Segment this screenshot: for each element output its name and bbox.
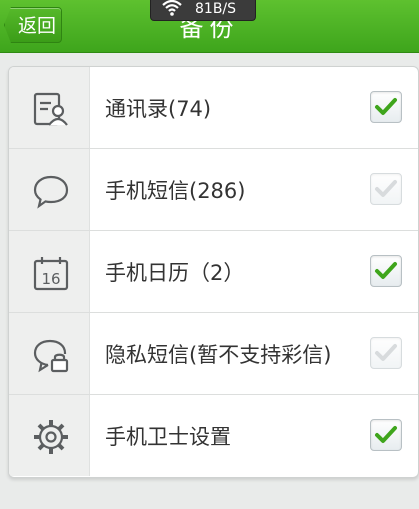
status-overlay: 81B/S	[150, 0, 256, 21]
checkbox-calendar[interactable]	[370, 255, 402, 287]
checkbox-private-sms[interactable]	[370, 337, 402, 369]
checkbox-contacts[interactable]	[370, 91, 402, 123]
network-speed: 81B/S	[195, 1, 237, 17]
list-item-guard-settings[interactable]: 手机卫士设置	[9, 395, 418, 476]
list-item-calendar[interactable]: 16 手机日历（2）	[9, 231, 418, 313]
title-bar: 返回 备份 81B/S	[0, 0, 419, 53]
checkmark-icon	[375, 262, 397, 279]
checkmark-icon	[375, 426, 397, 443]
item-label: 手机卫士设置	[105, 425, 231, 449]
checkbox-sms[interactable]	[370, 173, 402, 205]
item-label: 手机短信(286)	[105, 179, 246, 203]
wifi-icon	[161, 0, 183, 21]
list-item-sms[interactable]: 手机短信(286)	[9, 149, 418, 231]
checkmark-icon	[375, 180, 397, 197]
private-sms-lock-icon	[33, 339, 69, 373]
list-item-private-sms[interactable]: 隐私短信(暂不支持彩信)	[9, 313, 418, 395]
sms-bubble-icon	[33, 175, 69, 209]
checkmark-icon	[375, 98, 397, 115]
contacts-icon	[33, 92, 68, 126]
list-item-contacts[interactable]: 通讯录(74)	[9, 67, 418, 149]
checkmark-icon	[375, 344, 397, 361]
backup-list: 通讯录(74) 手机短信(286) 16 手机日历（2） 隐私短信(暂不支持彩信…	[8, 66, 419, 478]
checkbox-guard-settings[interactable]	[370, 419, 402, 451]
calendar-icon: 16	[33, 257, 69, 291]
item-label: 隐私短信(暂不支持彩信)	[105, 343, 332, 367]
item-label: 通讯录(74)	[105, 97, 212, 121]
item-label: 手机日历（2）	[105, 261, 245, 285]
gear-icon	[34, 420, 68, 454]
calendar-day-number: 16	[41, 270, 60, 288]
